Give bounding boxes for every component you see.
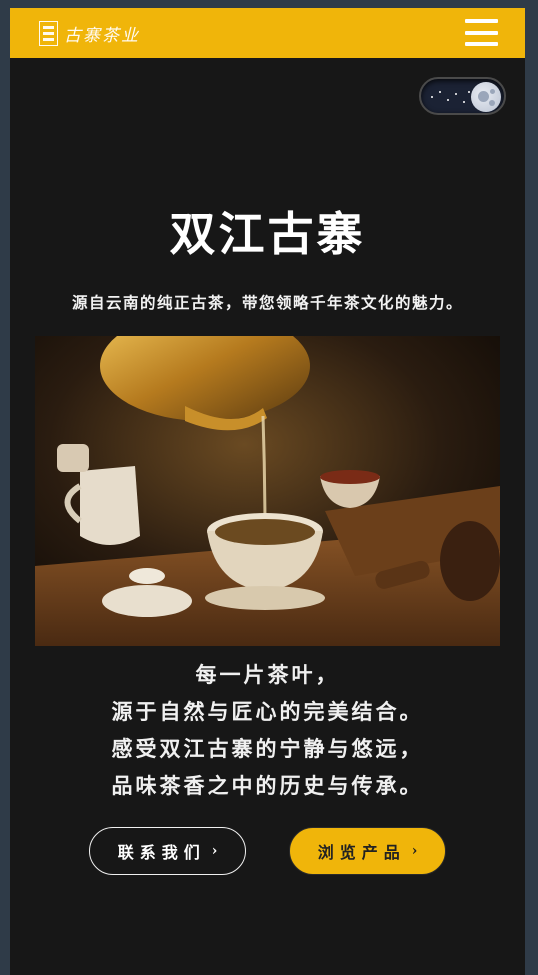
logo-seal-icon bbox=[39, 21, 58, 46]
hero-subtitle: 源自云南的纯正古茶，带您领略千年茶文化的魅力。 bbox=[71, 293, 463, 312]
top-header: 古寨茶业 bbox=[10, 8, 525, 58]
theme-toggle[interactable] bbox=[419, 77, 506, 115]
hamburger-menu-icon[interactable] bbox=[465, 19, 498, 46]
browse-products-label: 浏览产品 bbox=[317, 843, 406, 862]
verse-line: 品味茶香之中的历史与传承。 bbox=[111, 773, 424, 798]
page-frame: 古寨茶业 双江古寨 源自云南的纯正古茶，带您领略千年茶文化的魅力。 每一片茶叶，… bbox=[10, 8, 525, 975]
hero-title: 双江古寨 bbox=[169, 207, 366, 261]
tea-pouring-photo bbox=[35, 336, 500, 646]
moon-icon bbox=[471, 82, 501, 112]
logo-text: 古寨茶业 bbox=[64, 26, 140, 46]
brand-logo[interactable]: 古寨茶业 bbox=[39, 21, 140, 46]
browse-products-button[interactable]: 浏览产品 › bbox=[289, 827, 446, 875]
chevron-right-icon: › bbox=[411, 843, 418, 859]
verse-line: 每一片茶叶， bbox=[195, 662, 340, 687]
contact-us-label: 联系我们 bbox=[117, 843, 206, 862]
chevron-right-icon: › bbox=[211, 843, 218, 859]
contact-us-button[interactable]: 联系我们 › bbox=[89, 827, 246, 875]
verse-line: 源于自然与匠心的完美结合。 bbox=[111, 699, 424, 724]
verse-text: 每一片茶叶， 源于自然与匠心的完美结合。 感受双江古寨的宁静与悠远， 品味茶香之… bbox=[10, 656, 525, 804]
verse-line: 感受双江古寨的宁静与悠远， bbox=[111, 736, 424, 761]
